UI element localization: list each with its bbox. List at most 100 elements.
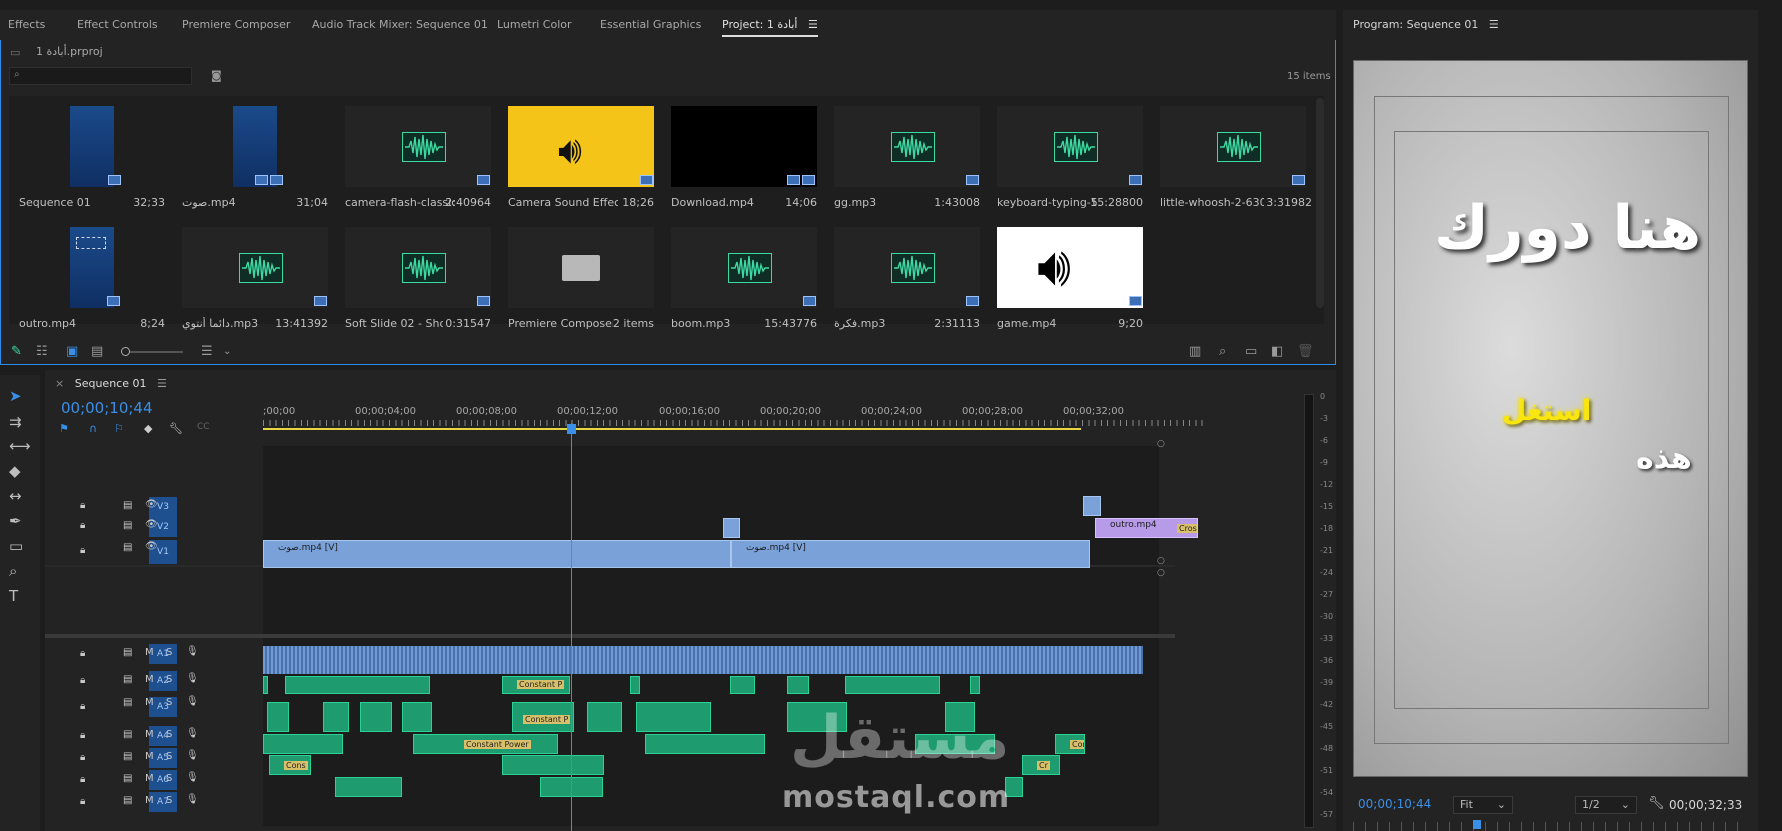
audio-clip[interactable] [360,702,392,732]
sync-lock-icon[interactable]: ▤ [123,500,132,511]
program-video-frame[interactable]: هنا دورك استغل هذه [1353,60,1748,777]
sync-lock-icon[interactable]: ▤ [123,542,132,553]
slip-tool-icon[interactable]: ↔ [9,487,22,505]
lock-icon[interactable]: 🔒︎ [80,796,85,807]
audio-clip[interactable] [263,734,343,754]
wrench-icon[interactable]: 🔧︎ [169,422,183,435]
audio-clip[interactable]: Constant P [512,702,574,732]
audio-clip[interactable] [970,676,980,694]
lock-icon[interactable]: 🔒︎ [80,500,85,511]
icon-view-icon[interactable]: ▣ [66,344,78,359]
playhead-line[interactable] [571,423,572,831]
solo-button[interactable]: S [166,795,172,806]
mute-button[interactable]: M [145,697,154,708]
sync-lock-icon[interactable]: ▤ [123,773,132,784]
selection-tool-icon[interactable]: ➤ [9,387,22,405]
rectangle-tool-icon[interactable]: ▭ [9,537,23,555]
work-area-bar[interactable] [263,428,1081,430]
tab-audio-track-mixer[interactable]: Audio Track Mixer: Sequence 01 [312,18,488,31]
bin-item-camera-sound-effects[interactable]: 🔊︎ Camera Sound Effects ... 18;26 [508,106,668,216]
scroll-handle-icon[interactable]: ○ [1157,568,1165,578]
audio-clip[interactable]: Cons [1055,734,1085,754]
linked-selection-icon[interactable]: ⚐ [114,422,124,435]
bin-item-sout-mp4[interactable]: صوت.mp4 31;04 [182,106,342,216]
sync-lock-icon[interactable]: ▤ [123,729,132,740]
ripple-edit-tool-icon[interactable]: ⟷ [9,437,31,455]
audio-clip[interactable] [335,777,402,797]
program-current-time[interactable]: 00;00;10;44 [1358,797,1431,811]
audio-clip[interactable] [636,702,711,732]
bin-item-daiman-mp3[interactable]: دائما أنتوي.mp3 13:41392 [182,227,342,337]
microphone-icon[interactable]: 🎙︎ [186,646,199,657]
find-icon[interactable]: ⌕ [1219,344,1226,359]
solo-button[interactable]: S [166,773,172,784]
tab-essential-graphics[interactable]: Essential Graphics [600,18,701,31]
clip-sout-v1-a[interactable]: صوت.mp4 [V] [263,540,731,568]
microphone-icon[interactable]: 🎙︎ [186,772,199,783]
program-playhead[interactable] [1473,820,1481,829]
bin-item-premiere-composer-folder[interactable]: Premiere Composer 2 items [508,227,668,337]
scroll-handle-icon[interactable]: ○ [1157,556,1165,566]
audio-clip[interactable] [787,676,809,694]
tab-project[interactable]: Project: أبادة 1 ☰ [722,18,818,37]
wrench-icon[interactable]: 🔧︎ [1648,796,1665,811]
freeform-view-icon[interactable]: ▤ [91,344,103,359]
solo-button[interactable]: S [166,647,172,658]
sync-lock-icon[interactable]: ▤ [123,520,132,531]
trash-icon[interactable]: 🗑︎ [1297,344,1314,359]
audio-clip[interactable]: Cons [269,755,311,775]
clip-sout-v1-b[interactable]: صوت.mp4 [V] [731,540,1090,568]
solo-button[interactable]: S [166,674,172,685]
time-ruler[interactable]: ;00;00 00;00;04;00 00;00;08;00 00;00;12;… [263,406,1203,446]
audio-clip[interactable] [263,676,268,694]
eye-icon[interactable]: 👁︎ [145,541,158,552]
mute-button[interactable]: M [145,795,154,806]
add-marker-icon[interactable]: ◆ [144,422,152,435]
bin-item-gg-mp3[interactable]: gg.mp3 1:43008 [834,106,994,216]
resolution-dropdown[interactable]: 1/2 ⌄ [1575,796,1637,814]
eye-icon[interactable]: 👁︎ [145,499,158,510]
microphone-icon[interactable]: 🎙︎ [186,673,199,684]
timeline-timecode[interactable]: 00;00;10;44 [61,399,153,417]
mute-button[interactable]: M [145,674,154,685]
program-title[interactable]: Program: Sequence 01 ☰ [1353,18,1499,31]
bin-item-little-whoosh[interactable]: little-whoosh-2-6301... 3:31982 [1160,106,1312,216]
microphone-icon[interactable]: 🎙︎ [186,728,199,739]
microphone-icon[interactable]: 🎙︎ [186,750,199,761]
audio-clip[interactable]: Cr [1022,755,1060,775]
audio-clip[interactable] [323,702,349,732]
fit-dropdown[interactable]: Fit ⌄ [1453,796,1513,814]
clip-outro-v2[interactable]: outro.mp4 Cross [1095,518,1198,538]
mute-button[interactable]: M [145,773,154,784]
nest-icon[interactable]: ⚑ [59,422,69,435]
pencil-icon[interactable]: ✎ [11,344,22,359]
solo-button[interactable]: S [166,729,172,740]
clip-v3[interactable] [1083,496,1101,516]
clip-v2-small[interactable] [723,518,740,538]
bin-item-keyboard-typing[interactable]: keyboard-typing-5... 15:28800 [997,106,1157,216]
captions-icon[interactable]: CC [197,422,210,432]
search-input[interactable]: ⌕ [9,67,192,85]
sync-lock-icon[interactable]: ▤ [123,697,132,708]
pen-tool-icon[interactable]: ✒ [9,512,22,530]
new-bin-icon[interactable]: ▭ [1245,344,1257,359]
lock-icon[interactable]: 🔒︎ [80,730,85,741]
sort-icon[interactable]: ☰ [201,344,213,359]
video-audio-divider[interactable] [45,634,1175,638]
audio-clip[interactable]: Constant P [502,676,570,694]
solo-button[interactable]: S [166,697,172,708]
tab-sequence-01[interactable]: × Sequence 01 ☰ [55,377,167,390]
lock-icon[interactable]: 🔒︎ [80,675,85,686]
tab-effects[interactable]: Effects [8,18,45,31]
track-select-tool-icon[interactable]: ⇉ [9,413,22,431]
audio-clip[interactable] [645,734,765,754]
bin-item-fikra-mp3[interactable]: فكرة.mp3 2:31113 [834,227,994,337]
tab-effect-controls[interactable]: Effect Controls [77,18,158,31]
snap-icon[interactable]: ∩ [89,422,97,435]
clip-a1-b[interactable] [731,646,1143,674]
menu-icon[interactable]: ☰ [801,18,818,31]
audio-clip[interactable] [587,702,622,732]
folder-icon[interactable]: ▭ [10,46,20,59]
audio-clip[interactable]: Constant Power [413,734,558,754]
zoom-slider[interactable] [121,347,183,356]
